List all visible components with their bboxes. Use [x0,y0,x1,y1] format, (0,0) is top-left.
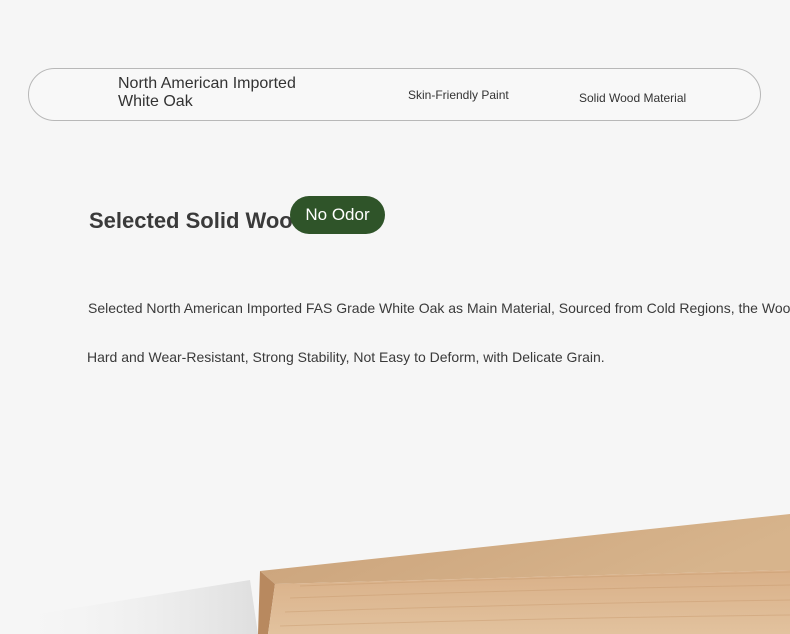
section-title: Selected Solid Wood [89,208,307,233]
wood-shadow [0,580,258,634]
feature-solid-wood-material: Solid Wood Material [579,91,687,105]
wood-block-image [0,514,790,634]
feature-skin-friendly-paint: Skin-Friendly Paint [408,88,509,102]
feature-bar: North American Imported White Oak Skin-F… [28,68,761,121]
no-odor-badge: No Odor [290,196,385,234]
feature-white-oak: North American Imported White Oak [118,75,296,110]
description-line-1: Selected North American Imported FAS Gra… [88,300,790,316]
description-line-2: Hard and Wear-Resistant, Strong Stabilit… [87,349,605,365]
